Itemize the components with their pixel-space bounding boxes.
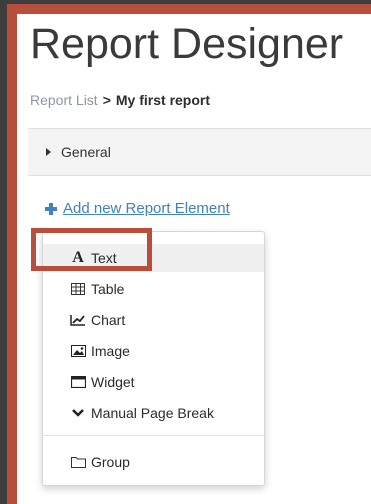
widget-icon [69, 376, 87, 388]
menu-item-image[interactable]: Image [43, 337, 264, 365]
general-section-label: General [61, 144, 111, 160]
menu-item-chart[interactable]: Chart [43, 306, 264, 334]
general-section-header[interactable]: General [28, 128, 371, 176]
menu-item-label: Chart [91, 312, 126, 328]
add-report-element-link[interactable]: Add new Report Element [45, 200, 230, 217]
menu-item-manual-page-break[interactable]: Manual Page Break [43, 399, 264, 427]
breadcrumb-current: My first report [115, 92, 211, 108]
menu-item-label: Widget [91, 374, 135, 390]
add-report-element-label: Add new Report Element [63, 200, 230, 217]
table-icon [69, 283, 87, 295]
text-item-highlight [31, 228, 152, 271]
plus-icon [45, 202, 57, 215]
chart-icon [69, 314, 87, 326]
caret-right-icon [46, 148, 51, 156]
menu-item-label: Table [91, 281, 125, 297]
menu-divider [43, 435, 264, 436]
menu-item-label: Manual Page Break [91, 405, 214, 421]
menu-item-label: Group [91, 454, 130, 470]
breadcrumb: Report List > My first report [30, 92, 210, 108]
breadcrumb-report-list-link[interactable]: Report List [30, 92, 98, 108]
chevron-down-icon [69, 408, 87, 418]
menu-item-table[interactable]: Table [43, 275, 264, 303]
menu-item-widget[interactable]: Widget [43, 368, 264, 396]
folder-icon [69, 456, 87, 468]
menu-item-group[interactable]: Group [43, 448, 264, 476]
page-title: Report Designer [30, 20, 344, 68]
image-icon [69, 345, 87, 357]
menu-item-label: Image [91, 343, 130, 359]
breadcrumb-separator: > [102, 92, 111, 108]
